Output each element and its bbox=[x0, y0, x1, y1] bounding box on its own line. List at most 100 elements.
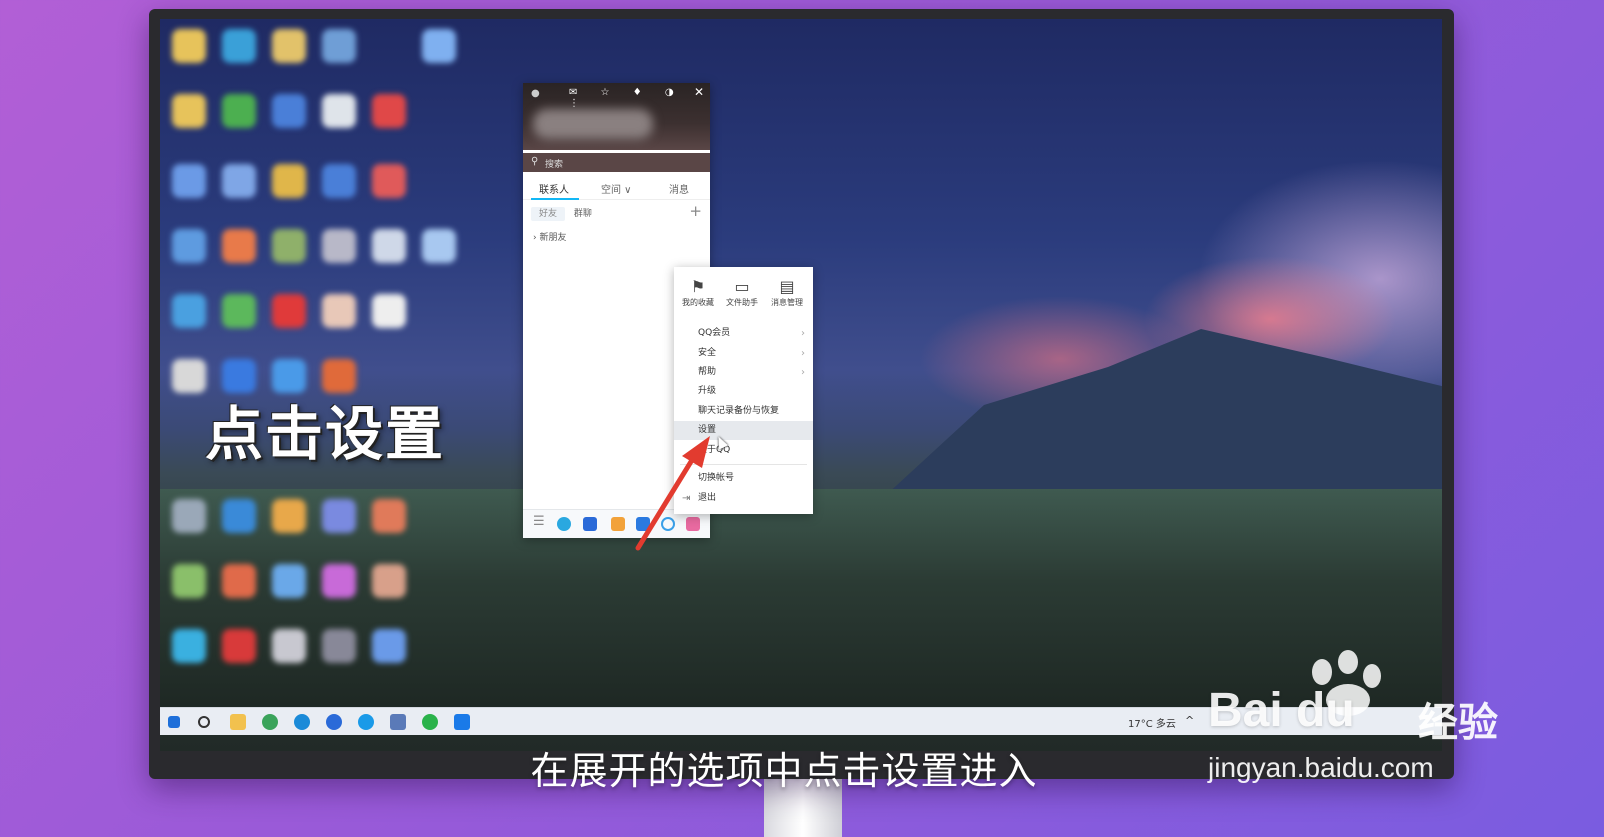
desktop-icon[interactable] bbox=[322, 164, 356, 198]
quick-file-assistant[interactable]: ▭ 文件助手 bbox=[720, 277, 764, 308]
windows-start-icon[interactable] bbox=[168, 716, 180, 728]
quick-favorites-label: 我的收藏 bbox=[682, 298, 714, 307]
active-tab-indicator bbox=[531, 198, 579, 200]
new-friends-row[interactable]: › 新朋友 bbox=[533, 230, 566, 243]
desktop-icon[interactable] bbox=[222, 499, 256, 533]
desktop-icon[interactable] bbox=[172, 229, 206, 263]
desktop-icon[interactable] bbox=[222, 94, 256, 128]
folder-icon: ▭ bbox=[734, 277, 750, 296]
desktop-icon[interactable] bbox=[222, 164, 256, 198]
annotation-arrow bbox=[635, 436, 710, 551]
desktop-icon[interactable] bbox=[422, 229, 456, 263]
desktop-icon[interactable] bbox=[372, 499, 406, 533]
watermark-url: jingyan.baidu.com bbox=[1208, 752, 1434, 783]
desktop-icon[interactable] bbox=[372, 94, 406, 128]
desktop-icon[interactable] bbox=[222, 294, 256, 328]
desktop-icon[interactable] bbox=[172, 359, 206, 393]
desktop-icon[interactable] bbox=[322, 629, 356, 663]
tab-messages[interactable]: 消息 bbox=[669, 181, 689, 196]
chevron-right-icon: › bbox=[801, 348, 805, 359]
tray-expand-icon[interactable]: ^ bbox=[1185, 714, 1194, 727]
desktop-icon[interactable] bbox=[272, 294, 306, 328]
contacts-icon[interactable] bbox=[557, 517, 571, 531]
browser-icon[interactable] bbox=[262, 714, 278, 730]
menu-item-security[interactable]: 安全 › bbox=[674, 344, 813, 363]
quick-message-manager[interactable]: ▤ 消息管理 bbox=[765, 277, 809, 308]
desktop-icon[interactable] bbox=[272, 164, 306, 198]
tencent-docs-icon[interactable] bbox=[583, 517, 597, 531]
desktop-icon[interactable] bbox=[372, 564, 406, 598]
weather-text[interactable]: 17°C 多云 bbox=[1128, 715, 1176, 730]
desktop-icon[interactable] bbox=[172, 94, 206, 128]
qq-header-tools[interactable]: ✉ ☆ ♦ ◑ ⋮ bbox=[569, 87, 710, 109]
desktop-icon[interactable] bbox=[172, 564, 206, 598]
desktop-icon[interactable] bbox=[322, 499, 356, 533]
desktop-icon[interactable] bbox=[322, 94, 356, 128]
contact-subtabs: 好友 群聊 bbox=[531, 206, 592, 221]
main-menu-icon[interactable]: ☰ bbox=[533, 514, 545, 529]
search-bar[interactable]: ⚲ 搜索 bbox=[523, 153, 710, 172]
desktop-icon[interactable] bbox=[372, 164, 406, 198]
quick-favorites[interactable]: ⚑ 我的收藏 bbox=[676, 277, 720, 308]
desktop-icon[interactable] bbox=[422, 29, 456, 63]
menu-item-help[interactable]: 帮助 › bbox=[674, 363, 813, 382]
qq-browser-icon[interactable] bbox=[326, 714, 342, 730]
search-icon: ⚲ bbox=[531, 156, 539, 167]
desktop-icon[interactable] bbox=[322, 229, 356, 263]
desktop-icon[interactable] bbox=[222, 564, 256, 598]
profile-blurred[interactable] bbox=[533, 109, 653, 139]
desktop-icon[interactable] bbox=[322, 564, 356, 598]
menu-item-label: QQ会员 bbox=[698, 328, 731, 338]
baidu-logo-text: Bai du bbox=[1208, 684, 1355, 737]
desktop-icon[interactable] bbox=[272, 499, 306, 533]
chevron-right-icon: › bbox=[801, 367, 805, 378]
desktop-icon[interactable] bbox=[172, 629, 206, 663]
qq-pet-icon[interactable] bbox=[611, 517, 625, 531]
tab-contacts[interactable]: 联系人 bbox=[539, 181, 569, 196]
desktop-icon[interactable] bbox=[222, 229, 256, 263]
desktop-icon[interactable] bbox=[272, 29, 306, 63]
desktop-icon[interactable] bbox=[272, 629, 306, 663]
tab-zone[interactable]: 空间 ∨ bbox=[601, 181, 632, 196]
quick-file-assistant-label: 文件助手 bbox=[726, 298, 758, 307]
edge-icon[interactable] bbox=[294, 714, 310, 730]
desktop-icon[interactable] bbox=[272, 564, 306, 598]
desktop-icon[interactable] bbox=[322, 29, 356, 63]
file-explorer-icon[interactable] bbox=[230, 714, 246, 730]
subtab-groups[interactable]: 群聊 bbox=[574, 209, 592, 219]
desktop-icon[interactable] bbox=[372, 294, 406, 328]
menu-item-label: 聊天记录备份与恢复 bbox=[698, 406, 780, 416]
photos-icon[interactable] bbox=[454, 714, 470, 730]
subtab-friends[interactable]: 好友 bbox=[531, 207, 566, 221]
desktop-icon[interactable] bbox=[272, 94, 306, 128]
qq-header: ● ✉ ☆ ♦ ◑ ⋮ ✕ bbox=[523, 83, 710, 150]
app-icon[interactable] bbox=[358, 714, 374, 730]
search-input[interactable]: 搜索 bbox=[545, 157, 563, 170]
desktop-icon[interactable] bbox=[222, 629, 256, 663]
overlay-title: 点击设置 bbox=[205, 400, 446, 468]
bookmark-icon: ⚑ bbox=[690, 277, 706, 296]
baidu-jingyan-text: 经验 bbox=[1418, 700, 1498, 746]
desktop-icon[interactable] bbox=[222, 29, 256, 63]
desktop-icon[interactable] bbox=[172, 164, 206, 198]
desktop-icon[interactable] bbox=[172, 294, 206, 328]
desktop-icon[interactable] bbox=[322, 294, 356, 328]
desktop-icon[interactable] bbox=[172, 499, 206, 533]
screenshot-icon[interactable] bbox=[390, 714, 406, 730]
desktop-icon[interactable] bbox=[272, 229, 306, 263]
add-icon[interactable]: + bbox=[689, 202, 702, 220]
desktop-icon[interactable] bbox=[372, 229, 406, 263]
new-friends-label: 新朋友 bbox=[539, 233, 567, 243]
desktop-icon[interactable] bbox=[172, 29, 206, 63]
wechat-icon[interactable] bbox=[422, 714, 438, 730]
cortana-icon[interactable] bbox=[198, 716, 210, 728]
menu-item-qq-vip[interactable]: QQ会员 › bbox=[674, 324, 813, 343]
qq-logo-icon: ● bbox=[531, 88, 540, 99]
menu-item-label: 帮助 bbox=[698, 367, 717, 377]
menu-item-label: 安全 bbox=[698, 348, 717, 358]
desktop-icon[interactable] bbox=[372, 629, 406, 663]
menu-item-upgrade[interactable]: 升级 bbox=[674, 382, 813, 401]
quick-message-manager-label: 消息管理 bbox=[771, 298, 803, 307]
close-icon[interactable]: ✕ bbox=[694, 85, 704, 99]
menu-item-chat-backup[interactable]: 聊天记录备份与恢复 bbox=[674, 402, 813, 421]
